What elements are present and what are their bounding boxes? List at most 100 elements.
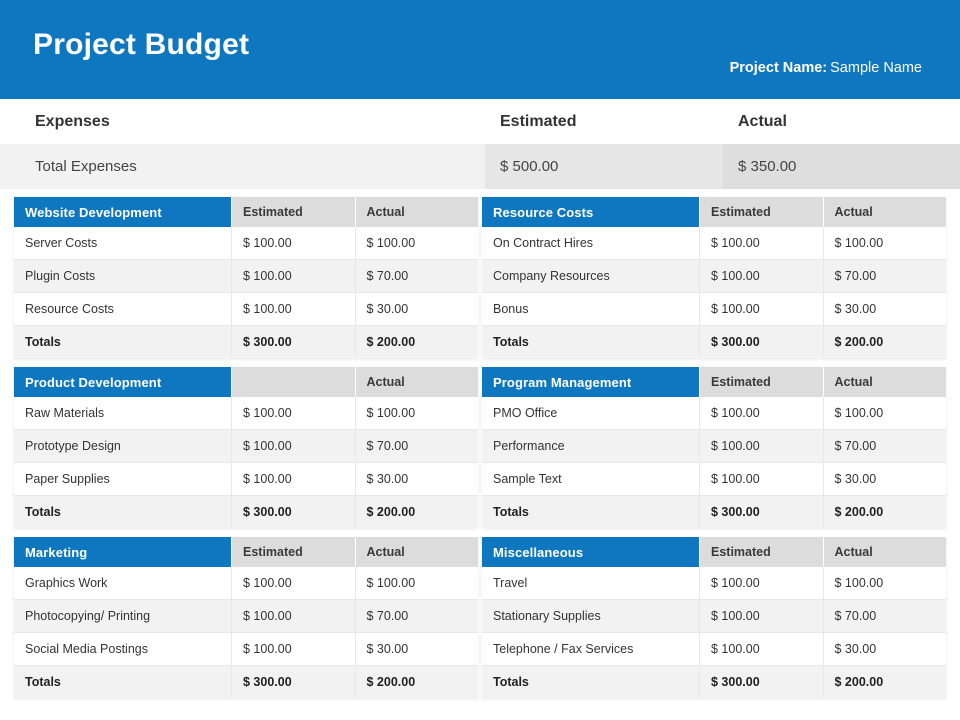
- summary-total-estimated: $ 500.00: [485, 144, 723, 189]
- row-estimated: $ 100.00: [699, 227, 823, 259]
- table-row: Prototype Design $ 100.00 $ 70.00: [14, 430, 478, 463]
- row-label: Sample Text: [493, 472, 562, 486]
- budget-block-program-management: Program Management Estimated Actual PMO …: [482, 367, 946, 528]
- row-label: Plugin Costs: [25, 269, 96, 283]
- block-title: Resource Costs: [482, 197, 699, 227]
- row-actual: $ 70.00: [354, 600, 479, 632]
- row-estimated: $ 100.00: [231, 567, 355, 599]
- totals-label: Totals: [25, 335, 61, 349]
- block-header-actual: Actual: [354, 537, 478, 567]
- table-row: Company Resources $ 100.00 $ 70.00: [482, 260, 946, 293]
- totals-label: Totals: [25, 675, 61, 689]
- summary-total-label: Total Expenses: [0, 144, 485, 189]
- budget-block-marketing: Marketing Estimated Actual Graphics Work…: [14, 537, 478, 698]
- table-row: Telephone / Fax Services $ 100.00 $ 30.0…: [482, 633, 946, 666]
- row-estimated: $ 100.00: [231, 260, 355, 292]
- row-actual: $ 70.00: [354, 260, 479, 292]
- row-actual: $ 100.00: [354, 397, 479, 429]
- row-label: Telephone / Fax Services: [493, 642, 634, 656]
- row-actual: $ 100.00: [822, 567, 947, 599]
- page-banner: Project Budget Project Name: Sample Name: [0, 0, 960, 99]
- table-row: Raw Materials $ 100.00 $ 100.00: [14, 397, 478, 430]
- block-body: Graphics Work $ 100.00 $ 100.00 Photocop…: [14, 567, 478, 698]
- row-estimated: $ 100.00: [699, 430, 823, 462]
- row-actual: $ 100.00: [354, 567, 479, 599]
- block-body: Travel $ 100.00 $ 100.00 Stationary Supp…: [482, 567, 946, 698]
- summary-header-actual: Actual: [738, 112, 787, 130]
- block-header: Website Development Estimated Actual: [14, 197, 478, 227]
- project-name-value: Sample Name: [830, 60, 922, 76]
- row-actual: $ 100.00: [822, 397, 947, 429]
- totals-actual: $ 200.00: [354, 326, 479, 358]
- row-label: On Contract Hires: [493, 236, 594, 250]
- block-header: Marketing Estimated Actual: [14, 537, 478, 567]
- block-header: Program Management Estimated Actual: [482, 367, 946, 397]
- block-title: Program Management: [482, 367, 699, 397]
- row-label: Bonus: [493, 302, 529, 316]
- row-estimated: $ 100.00: [231, 430, 355, 462]
- table-row: Social Media Postings $ 100.00 $ 30.00: [14, 633, 478, 666]
- summary-total-row: Total Expenses $ 500.00 $ 350.00: [0, 144, 960, 189]
- table-row: Stationary Supplies $ 100.00 $ 70.00: [482, 600, 946, 633]
- row-estimated: $ 100.00: [699, 567, 823, 599]
- row-actual: $ 30.00: [354, 463, 479, 495]
- totals-estimated: $ 300.00: [699, 326, 823, 358]
- budget-block-website-development: Website Development Estimated Actual Ser…: [14, 197, 478, 358]
- row-estimated: $ 100.00: [231, 227, 355, 259]
- row-estimated: $ 100.00: [699, 463, 823, 495]
- row-actual: $ 30.00: [822, 633, 947, 665]
- block-header-estimated: Estimated: [699, 537, 823, 567]
- table-row-totals: Totals $ 300.00 $ 200.00: [482, 666, 946, 698]
- row-label: Resource Costs: [25, 302, 114, 316]
- project-name-field: Project Name: Sample Name: [730, 60, 922, 76]
- block-body: PMO Office $ 100.00 $ 100.00 Performance…: [482, 397, 946, 528]
- totals-label: Totals: [493, 675, 529, 689]
- table-row: Travel $ 100.00 $ 100.00: [482, 567, 946, 600]
- totals-estimated: $ 300.00: [699, 496, 823, 528]
- summary-total-actual: $ 350.00: [723, 144, 960, 189]
- row-estimated: $ 100.00: [699, 293, 823, 325]
- row-actual: $ 70.00: [822, 600, 947, 632]
- row-actual: $ 30.00: [822, 293, 947, 325]
- row-label: PMO Office: [493, 406, 558, 420]
- row-estimated: $ 100.00: [231, 293, 355, 325]
- table-row: Plugin Costs $ 100.00 $ 70.00: [14, 260, 478, 293]
- row-label: Photocopying/ Printing: [25, 609, 151, 623]
- block-header-estimated: Estimated: [699, 197, 823, 227]
- row-label: Stationary Supplies: [493, 609, 601, 623]
- row-label: Raw Materials: [25, 406, 105, 420]
- row-estimated: $ 100.00: [699, 397, 823, 429]
- block-header-actual: Actual: [822, 537, 946, 567]
- project-name-label: Project Name:: [729, 60, 828, 76]
- block-title: Marketing: [14, 537, 231, 567]
- table-row-totals: Totals $ 300.00 $ 200.00: [14, 666, 478, 698]
- budget-block-grid: Website Development Estimated Actual Ser…: [0, 189, 960, 698]
- row-actual: $ 100.00: [822, 227, 947, 259]
- row-estimated: $ 100.00: [699, 260, 823, 292]
- row-label: Server Costs: [25, 236, 98, 250]
- totals-estimated: $ 300.00: [699, 666, 823, 698]
- summary-header-expenses: Expenses: [35, 112, 110, 130]
- row-label: Paper Supplies: [25, 472, 110, 486]
- totals-actual: $ 200.00: [822, 496, 947, 528]
- totals-label: Totals: [493, 335, 529, 349]
- block-header-estimated: Estimated: [231, 197, 355, 227]
- block-body: Server Costs $ 100.00 $ 100.00 Plugin Co…: [14, 227, 478, 358]
- table-row: On Contract Hires $ 100.00 $ 100.00: [482, 227, 946, 260]
- totals-actual: $ 200.00: [354, 496, 479, 528]
- budget-block-resource-costs: Resource Costs Estimated Actual On Contr…: [482, 197, 946, 358]
- block-header-actual: Actual: [822, 367, 946, 397]
- row-actual: $ 30.00: [822, 463, 947, 495]
- row-actual: $ 70.00: [822, 260, 947, 292]
- summary-header-row: Expenses Estimated Actual: [0, 99, 960, 144]
- row-label: Travel: [493, 576, 528, 590]
- block-header-estimated: [231, 367, 355, 397]
- budget-grid-row: Marketing Estimated Actual Graphics Work…: [0, 537, 960, 698]
- table-row: Sample Text $ 100.00 $ 30.00: [482, 463, 946, 496]
- totals-actual: $ 200.00: [354, 666, 479, 698]
- block-header: Miscellaneous Estimated Actual: [482, 537, 946, 567]
- summary-section: Expenses Estimated Actual Total Expenses…: [0, 99, 960, 189]
- table-row-totals: Totals $ 300.00 $ 200.00: [482, 496, 946, 528]
- block-title: Website Development: [14, 197, 231, 227]
- row-label: Graphics Work: [25, 576, 108, 590]
